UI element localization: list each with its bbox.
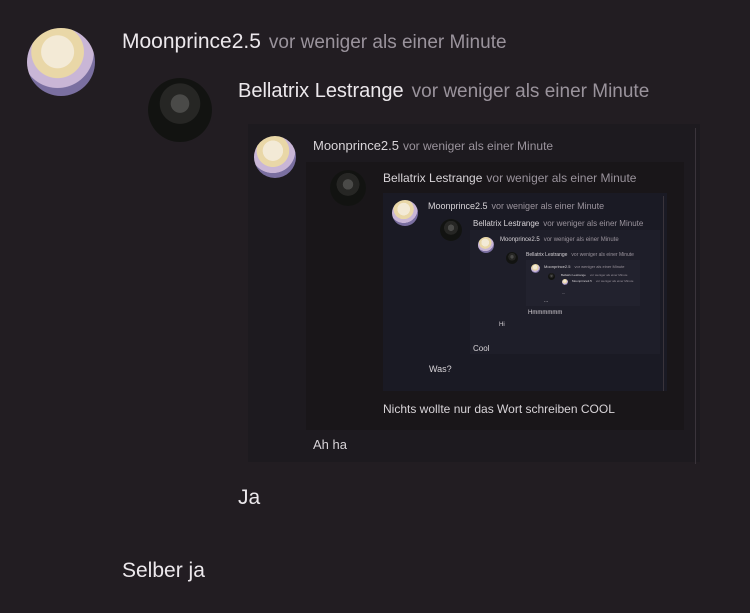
username[interactable]: Bellatrix Lestrange bbox=[238, 80, 404, 102]
username: Moonprince2.5 bbox=[572, 279, 592, 283]
message-text: Ah ha bbox=[313, 437, 347, 452]
username: Bellatrix Lestrange bbox=[561, 273, 586, 277]
quote-header: Moonprince2.5 vor weniger als einer Minut… bbox=[313, 138, 553, 153]
timestamp: vor weniger als einer Minute bbox=[491, 201, 605, 211]
timestamp: vor weniger als einer Minute bbox=[574, 264, 625, 269]
username: Moonprince2.5 bbox=[428, 201, 488, 211]
timestamp: vor weniger als einer Minute bbox=[595, 279, 634, 283]
quote-header: Moonprince2.5 vor weniger als einer Minut… bbox=[544, 264, 625, 269]
username: Moonprince2.5 bbox=[313, 138, 399, 153]
avatar bbox=[531, 264, 540, 273]
avatar bbox=[254, 136, 296, 178]
avatar bbox=[548, 273, 555, 280]
username: Bellatrix Lestrange bbox=[383, 171, 483, 185]
timestamp: vor weniger als einer Minute bbox=[589, 273, 628, 277]
avatar[interactable] bbox=[27, 28, 95, 96]
message-text: ... bbox=[562, 290, 566, 295]
reply-text: Ja bbox=[238, 486, 261, 509]
comment-header: Moonprince2.5 vor weniger als einer Minut… bbox=[122, 30, 507, 54]
avatar bbox=[330, 170, 366, 206]
quote-header: Moonprince2.5 vor weniger als einer Minut… bbox=[572, 279, 633, 283]
quote-header: Bellatrix Lestrange vor weniger als einer… bbox=[561, 273, 627, 277]
timestamp: vor weniger als einer Minute bbox=[411, 81, 650, 102]
timestamp: vor weniger als einer Minute bbox=[486, 171, 637, 185]
avatar[interactable] bbox=[148, 78, 212, 142]
avatar bbox=[506, 252, 518, 264]
quote-header: Bellatrix Lestrange vor weniger als einer… bbox=[473, 219, 643, 228]
avatar bbox=[478, 237, 494, 253]
username: Moonprince2.5 bbox=[500, 237, 540, 243]
quote-header: Bellatrix Lestrange vor weniger als einer… bbox=[383, 171, 636, 185]
avatar bbox=[392, 200, 418, 226]
avatar bbox=[440, 219, 462, 241]
quote-header: Moonprince2.5 vor weniger als einer Minut… bbox=[428, 201, 604, 211]
timestamp: vor weniger als einer Minute bbox=[268, 32, 507, 53]
username: Moonprince2.5 bbox=[544, 264, 571, 269]
message-text: Was? bbox=[429, 364, 452, 374]
avatar bbox=[562, 279, 568, 285]
reply-text: Selber ja bbox=[122, 559, 205, 582]
message-text: Nichts wollte nur das Wort schreiben COO… bbox=[383, 402, 615, 416]
timestamp: vor weniger als einer Minute bbox=[543, 219, 644, 228]
message-text: Hmmmmmm bbox=[528, 310, 563, 316]
username: Bellatrix Lestrange bbox=[473, 219, 540, 228]
thread-line bbox=[695, 128, 696, 464]
timestamp: vor weniger als einer Minute bbox=[403, 139, 554, 153]
thread-line bbox=[663, 196, 664, 391]
username[interactable]: Moonprince2.5 bbox=[122, 30, 261, 53]
quote-header: Moonprince2.5 vor weniger als einer Minut… bbox=[500, 237, 619, 243]
message-text: ... bbox=[544, 298, 549, 304]
username: Bellatrix Lestrange bbox=[526, 252, 568, 258]
timestamp: vor weniger als einer Minute bbox=[543, 237, 619, 243]
comment-header: Bellatrix Lestrange vor weniger als einer… bbox=[238, 80, 649, 103]
quote-header: Bellatrix Lestrange vor weniger als einer… bbox=[526, 252, 634, 258]
timestamp: vor weniger als einer Minute bbox=[571, 252, 634, 258]
message-text: Cool bbox=[473, 344, 490, 353]
message-text: Hi bbox=[499, 322, 505, 328]
